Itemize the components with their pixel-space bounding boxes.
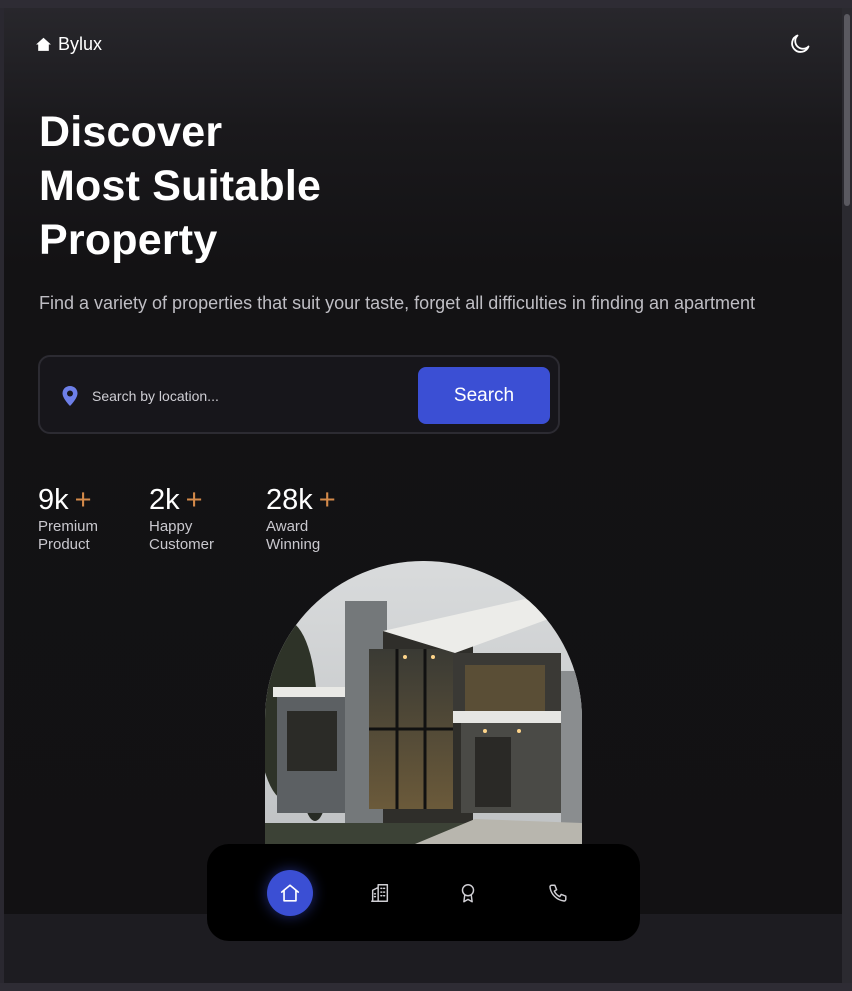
theme-toggle-button[interactable] bbox=[788, 32, 812, 56]
nav-item-awards[interactable] bbox=[445, 870, 491, 916]
nav-item-contact[interactable] bbox=[535, 870, 581, 916]
nav-item-buildings[interactable] bbox=[357, 870, 403, 916]
award-icon bbox=[461, 884, 475, 903]
moon-icon bbox=[791, 34, 810, 53]
search-bar: Search bbox=[38, 355, 560, 434]
phone-icon bbox=[549, 884, 567, 902]
stat-value: 9k + bbox=[38, 482, 118, 518]
brand-name: Bylux bbox=[58, 34, 103, 54]
stat-plus: + bbox=[318, 484, 336, 516]
window-top-frame bbox=[0, 0, 852, 8]
location-pin-icon bbox=[62, 386, 78, 406]
brand-logo[interactable]: Bylux bbox=[35, 34, 102, 55]
stat-plus: + bbox=[185, 484, 203, 516]
stat-label: Award Winning bbox=[266, 518, 321, 553]
bottom-navigation bbox=[207, 844, 640, 941]
stat-number: 9k bbox=[38, 484, 69, 516]
nav-item-home[interactable] bbox=[267, 870, 313, 916]
stat-premium-product: 9k + Premium Product bbox=[38, 482, 118, 554]
stat-value: 28k + bbox=[266, 482, 346, 518]
scrollbar-thumb[interactable] bbox=[844, 14, 850, 206]
stat-award-winning: 28k + Award Winning bbox=[266, 482, 346, 554]
headline-line-1: Discover bbox=[39, 108, 223, 156]
stat-value: 2k + bbox=[149, 482, 229, 518]
stat-plus: + bbox=[74, 484, 92, 516]
building-icon bbox=[371, 884, 389, 902]
hero-property-image bbox=[265, 561, 582, 844]
page-title: Discover Most Suitable Property bbox=[39, 105, 321, 267]
stat-label: Happy Customer bbox=[149, 518, 215, 553]
home-icon bbox=[280, 884, 300, 902]
window-bottom-frame bbox=[0, 983, 852, 991]
search-input[interactable] bbox=[92, 381, 402, 411]
headline-line-3: Property bbox=[39, 216, 218, 264]
stat-number: 28k bbox=[266, 484, 313, 516]
page: Bylux Discover Most Suitable Property Fi… bbox=[4, 8, 842, 984]
home-icon bbox=[36, 37, 51, 51]
hero-subtitle: Find a variety of properties that suit y… bbox=[39, 293, 756, 313]
stat-number: 2k bbox=[149, 484, 180, 516]
stat-happy-customer: 2k + Happy Customer bbox=[149, 482, 229, 554]
headline-line-2: Most Suitable bbox=[39, 162, 322, 210]
stat-label: Premium Product bbox=[38, 518, 99, 553]
search-button[interactable]: Search bbox=[418, 367, 550, 424]
